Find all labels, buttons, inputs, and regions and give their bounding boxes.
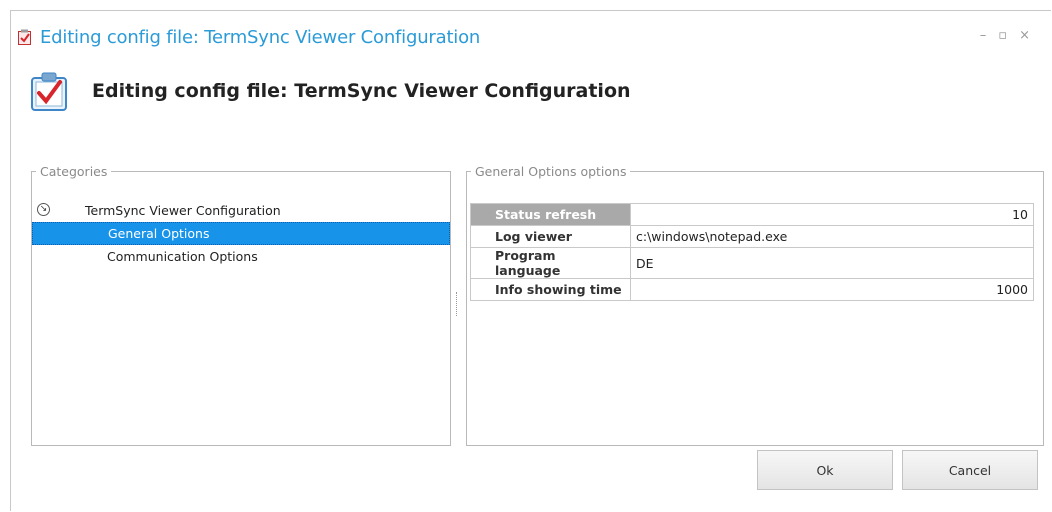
categories-legend: Categories — [40, 164, 108, 179]
tree-item-label: Communication Options — [107, 249, 258, 264]
options-legend: General Options options — [475, 164, 627, 179]
expand-icon[interactable]: ↘ — [37, 203, 50, 216]
cancel-button[interactable]: Cancel — [902, 450, 1038, 490]
property-value[interactable]: 1000 — [630, 278, 1034, 301]
categories-tree: ↘ TermSync Viewer Configuration General … — [32, 199, 450, 268]
window-controls: – ▫ × — [980, 28, 1030, 43]
property-name: Info showing time — [470, 278, 631, 301]
window-title: Editing config file: TermSync Viewer Con… — [40, 26, 481, 48]
property-row-program-language[interactable]: Program language DE — [470, 247, 1034, 279]
tree-item-communication-options[interactable]: Communication Options — [32, 245, 450, 268]
close-icon[interactable]: × — [1019, 28, 1030, 43]
property-value[interactable]: 10 — [630, 203, 1034, 226]
tree-item-general-options[interactable]: General Options — [32, 222, 450, 245]
tree-item-label: General Options — [108, 226, 210, 241]
property-grid: Status refresh 10 Log viewer c:\windows\… — [470, 203, 1034, 301]
property-value[interactable]: DE — [630, 247, 1034, 279]
page-title: Editing config file: TermSync Viewer Con… — [92, 80, 631, 102]
categories-group: Categories ↘ TermSync Viewer Configurati… — [31, 164, 451, 446]
ok-button[interactable]: Ok — [757, 450, 893, 490]
property-name: Program language — [470, 247, 631, 279]
maximize-icon[interactable]: ▫ — [998, 28, 1007, 43]
checklist-icon — [31, 72, 67, 111]
property-row-status-refresh[interactable]: Status refresh 10 — [470, 203, 1034, 226]
options-group: General Options options Status refresh 1… — [466, 164, 1044, 446]
property-row-info-showing-time[interactable]: Info showing time 1000 — [470, 278, 1034, 301]
tree-item-label: TermSync Viewer Configuration — [85, 203, 281, 218]
title-bar: Editing config file: TermSync Viewer Con… — [18, 24, 480, 50]
splitter-handle[interactable] — [456, 292, 459, 316]
property-name: Log viewer — [470, 225, 631, 248]
minimize-icon[interactable]: – — [980, 28, 987, 43]
property-row-log-viewer[interactable]: Log viewer c:\windows\notepad.exe — [470, 225, 1034, 248]
checklist-icon — [18, 29, 31, 45]
property-value[interactable]: c:\windows\notepad.exe — [630, 225, 1034, 248]
dialog-header: Editing config file: TermSync Viewer Con… — [30, 70, 631, 112]
property-name: Status refresh — [470, 203, 631, 226]
tree-item-root[interactable]: ↘ TermSync Viewer Configuration — [32, 199, 450, 222]
